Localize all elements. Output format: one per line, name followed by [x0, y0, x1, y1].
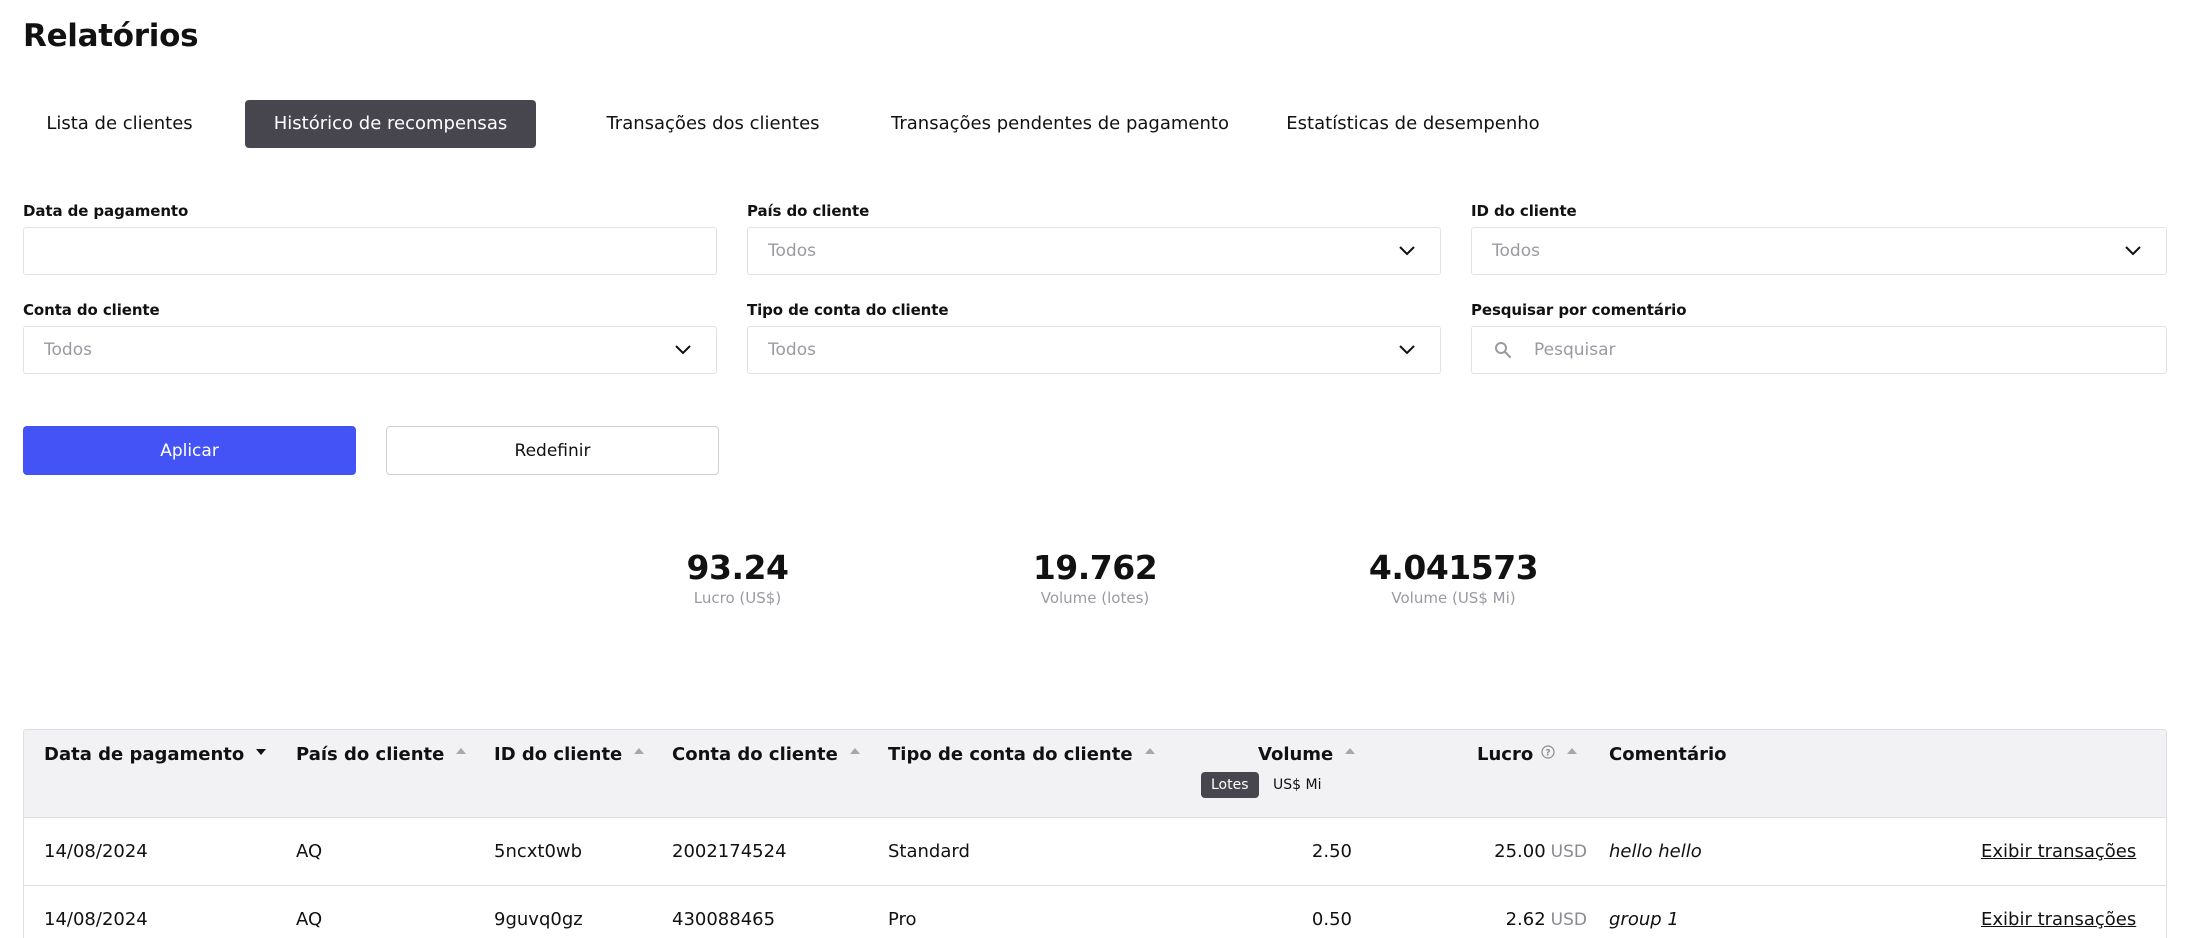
unit-usd-mi-toggle[interactable]: US$ Mi [1263, 772, 1331, 798]
cell-client-country: AQ [296, 909, 323, 930]
sort-asc-icon [1567, 748, 1578, 754]
comment-search-field[interactable] [1471, 326, 2167, 374]
client-account-type-value: Todos [768, 340, 816, 360]
column-payment-date[interactable]: Data de pagamento [44, 740, 267, 770]
sort-asc-icon [1144, 748, 1155, 754]
summary-volume-usd-value: 4.041573 [1368, 548, 1539, 587]
client-account-label: Conta do cliente [23, 301, 160, 319]
svg-text:?: ? [1546, 749, 1551, 759]
cell-client-account: 430088465 [672, 909, 776, 930]
view-transactions-link[interactable]: Exibir transações [1981, 818, 2136, 886]
comment-search-input[interactable] [1534, 327, 2134, 373]
cell-client-id: 9guvq0gz [494, 909, 583, 930]
cell-client-account-type: Standard [888, 841, 970, 862]
page-title: Relatórios [23, 18, 199, 54]
column-comment: Comentário [1609, 744, 1727, 765]
tab-pending-transactions[interactable]: Transações pendentes de pagamento [870, 100, 1250, 148]
sort-desc-icon [256, 749, 267, 755]
payment-date-label: Data de pagamento [23, 202, 189, 220]
chevron-down-icon [675, 345, 691, 355]
client-id-select[interactable]: Todos [1471, 227, 2167, 275]
rewards-table: Data de pagamento País do cliente ID do … [23, 729, 2167, 938]
column-client-id[interactable]: ID do cliente [494, 740, 645, 770]
tab-client-list[interactable]: Lista de clientes [23, 100, 216, 148]
table-row: 14/08/2024 AQ 5ncxt0wb 2002174524 Standa… [24, 818, 2166, 886]
column-volume[interactable]: Volume [1258, 740, 1356, 770]
cell-client-id: 5ncxt0wb [494, 841, 583, 862]
view-transactions-link[interactable]: Exibir transações [1981, 886, 2136, 938]
client-account-select[interactable]: Todos [23, 326, 717, 374]
cell-comment: group 1 [1609, 909, 1679, 930]
cell-client-account: 2002174524 [672, 841, 787, 862]
table-row: 14/08/2024 AQ 9guvq0gz 430088465 Pro 0.5… [24, 886, 2166, 938]
cell-payment-date: 14/08/2024 [44, 909, 148, 930]
cell-client-account-type: Pro [888, 909, 917, 930]
column-profit[interactable]: Lucro? [1477, 740, 1578, 770]
chevron-down-icon [1399, 246, 1415, 256]
client-account-type-select[interactable]: Todos [747, 326, 1441, 374]
client-account-value: Todos [44, 340, 92, 360]
summary-profit: 93.24 Lucro (US$) [670, 548, 805, 607]
sort-asc-icon [849, 748, 860, 754]
profit-amount: 2.62 [1505, 909, 1546, 930]
column-client-account[interactable]: Conta do cliente [672, 740, 860, 770]
table-header: Data de pagamento País do cliente ID do … [24, 730, 2166, 818]
column-client-country[interactable]: País do cliente [296, 740, 467, 770]
cell-comment: hello hello [1609, 841, 1702, 862]
client-account-type-label: Tipo de conta do cliente [747, 301, 949, 319]
client-id-label: ID do cliente [1471, 202, 1577, 220]
client-id-value: Todos [1492, 241, 1540, 261]
unit-lots-toggle[interactable]: Lotes [1201, 772, 1259, 798]
comment-search-label: Pesquisar por comentário [1471, 301, 1687, 319]
summary-volume-lots-value: 19.762 [1032, 548, 1158, 587]
summary-profit-value: 93.24 [686, 548, 789, 587]
summary-volume-usd-label: Volume (US$ Mi) [1391, 589, 1516, 607]
cell-payment-date: 14/08/2024 [44, 841, 148, 862]
tab-client-transactions[interactable]: Transações dos clientes [568, 100, 858, 148]
client-country-select[interactable]: Todos [747, 227, 1441, 275]
cell-client-country: AQ [296, 841, 323, 862]
cell-volume: 2.50 [1311, 841, 1352, 862]
column-client-account-type[interactable]: Tipo de conta do cliente [888, 740, 1155, 770]
sort-asc-icon [1345, 748, 1356, 754]
reset-button[interactable]: Redefinir [386, 426, 719, 475]
summary-profit-label: Lucro (US$) [693, 589, 782, 607]
tab-rewards-history[interactable]: Histórico de recompensas [245, 100, 536, 148]
profit-amount: 25.00 [1494, 841, 1546, 862]
client-country-label: País do cliente [747, 202, 870, 220]
cell-profit: 25.00 USD [1394, 818, 1587, 886]
apply-button[interactable]: Aplicar [23, 426, 356, 475]
search-icon [1495, 342, 1512, 359]
sort-asc-icon [634, 748, 645, 754]
help-icon[interactable]: ? [1541, 745, 1555, 759]
payment-date-field[interactable] [23, 227, 717, 275]
profit-currency: USD [1550, 842, 1587, 862]
summary-volume-lots: 19.762 Volume (lotes) [1000, 548, 1190, 607]
cell-volume: 0.50 [1311, 909, 1352, 930]
sort-asc-icon [456, 748, 467, 754]
tab-performance-stats[interactable]: Estatísticas de desempenho [1263, 100, 1563, 148]
cell-profit: 2.62 USD [1394, 886, 1587, 938]
summary-volume-usd: 4.041573 Volume (US$ Mi) [1361, 548, 1546, 607]
chevron-down-icon [2125, 246, 2141, 256]
chevron-down-icon [1399, 345, 1415, 355]
profit-currency: USD [1550, 910, 1587, 930]
client-country-value: Todos [768, 241, 816, 261]
summary-volume-lots-label: Volume (lotes) [1040, 589, 1150, 607]
